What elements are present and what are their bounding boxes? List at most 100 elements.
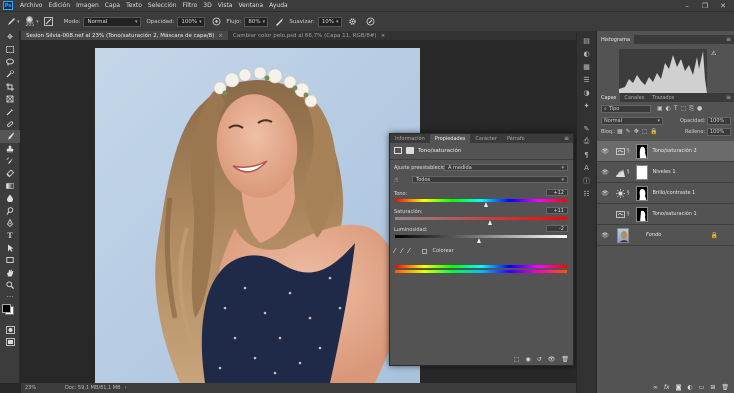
airbrush-icon[interactable] <box>274 17 284 27</box>
hue-value[interactable]: +12 <box>546 189 568 196</box>
blur-tool-icon[interactable] <box>0 192 20 204</box>
doc-tab-sesion-silvia[interactable]: Sesion Silvia-008.nef al 23% (Tono/satur… <box>21 31 229 40</box>
new-layer-icon[interactable]: ⊞ <box>710 384 715 391</box>
mask-icon[interactable] <box>406 147 414 154</box>
history-brush-tool-icon[interactable] <box>0 155 20 167</box>
menu-filtro[interactable]: Filtro <box>180 2 201 9</box>
layer-filter-icons[interactable]: ▣◐T⬚⎘● <box>657 105 705 113</box>
menu-texto[interactable]: Texto <box>123 2 145 9</box>
visibility-eye-icon[interactable]: 👁 <box>600 211 610 218</box>
history-icon[interactable]: ▤ <box>577 34 596 47</box>
chain-icon[interactable]: § <box>627 169 630 175</box>
visibility-eye-icon[interactable]: 👁 <box>600 148 610 155</box>
status-arrow[interactable]: › <box>125 385 127 391</box>
layer-name[interactable]: Fondo <box>646 232 661 238</box>
close-window-button[interactable]: ✕ <box>716 0 730 11</box>
crop-tool-icon[interactable] <box>0 81 20 93</box>
tab-histograma[interactable]: Histograma <box>597 35 635 44</box>
layer-mask-thumbnail[interactable] <box>635 185 648 201</box>
menu-capa[interactable]: Capa <box>102 2 123 9</box>
libraries-icon[interactable]: ☰ <box>577 73 596 86</box>
chain-icon[interactable]: § <box>627 148 630 154</box>
visibility-eye-icon[interactable]: 👁 <box>600 169 610 176</box>
chain-icon[interactable]: § <box>627 211 630 217</box>
foreground-color-swatch[interactable] <box>2 303 11 313</box>
chain-icon[interactable]: § <box>627 190 630 196</box>
close-tab-icon[interactable]: × <box>218 33 223 39</box>
trash-icon[interactable]: 🗑 <box>561 356 569 363</box>
hue-slider-thumb[interactable] <box>484 202 489 207</box>
layer-row[interactable]: 👁 § Tono/saturación 2 <box>597 141 734 162</box>
character-icon[interactable]: A <box>577 161 596 174</box>
targeted-adjust-icon[interactable]: ☝ <box>394 176 398 184</box>
clone-source-icon[interactable]: ⎙ <box>577 135 596 148</box>
minimize-button[interactable]: – <box>680 0 694 11</box>
brushes-icon[interactable]: ✎ <box>577 122 596 135</box>
paragraph-icon[interactable]: ¶ <box>577 148 596 161</box>
color-swatches[interactable] <box>0 303 20 324</box>
panel-menu-icon[interactable]: ≡ <box>564 135 569 142</box>
layer-filter-select[interactable]: ⌕ Tipo <box>601 105 651 113</box>
screen-mode-icon[interactable] <box>0 336 20 348</box>
layer-name[interactable]: Tono/saturación 2 <box>653 148 697 154</box>
brush-size-picker[interactable]: 205 <box>26 15 34 28</box>
photo-thumbnail[interactable] <box>617 227 629 243</box>
eraser-tool-icon[interactable] <box>0 167 20 179</box>
blend-mode-select[interactable]: Normal ▾ <box>601 117 663 125</box>
layer-opacity-field[interactable]: 100% <box>707 117 731 125</box>
histogram-warning-icon[interactable]: ⚠ <box>711 50 716 57</box>
menu-ayuda[interactable]: Ayuda <box>266 2 291 9</box>
new-adjustment-icon[interactable]: ◐ <box>687 384 692 391</box>
channel-select[interactable]: Todos ▾ <box>412 176 568 183</box>
color-icon[interactable]: ◐ <box>577 47 596 60</box>
clip-to-layer-icon[interactable]: ⬚ <box>514 356 520 363</box>
reset-icon[interactable]: ↺ <box>537 356 542 363</box>
opacity-field[interactable]: 100% ▾ <box>177 16 206 27</box>
layer-mask-thumbnail[interactable] <box>635 164 648 180</box>
layer-style-icon[interactable]: fx <box>664 384 670 391</box>
swatches-icon[interactable]: ▦ <box>577 60 596 73</box>
eyedropper-icon[interactable]: ⁄ <box>394 247 395 255</box>
properties-icon[interactable]: ☷ <box>577 187 596 200</box>
link-layers-icon[interactable]: ∞ <box>653 384 658 391</box>
rectangle-tool-icon[interactable] <box>0 254 20 266</box>
tab-informacion[interactable]: Información <box>390 134 430 143</box>
delete-layer-icon[interactable]: 🗑 <box>721 384 729 391</box>
eyedropper-tool-icon[interactable] <box>0 105 20 117</box>
preset-select[interactable]: A medida ▾ <box>444 164 568 171</box>
smoothing-gear-icon[interactable] <box>348 17 358 27</box>
info-icon[interactable]: ⓘ <box>577 174 596 187</box>
menu-archivo[interactable]: Archivo <box>17 2 45 9</box>
tab-capas[interactable]: Capas <box>597 93 621 102</box>
tab-canales[interactable]: Canales <box>620 93 648 102</box>
layer-mask-thumbnail[interactable] <box>635 143 648 159</box>
layer-row[interactable]: 👁 § Tono/saturación 1 <box>597 204 734 225</box>
flow-field[interactable]: 80% ▾ <box>244 16 269 27</box>
lasso-tool-icon[interactable] <box>0 56 20 68</box>
saturation-slider-thumb[interactable] <box>487 220 492 225</box>
maximize-button[interactable]: ❐ <box>698 0 712 11</box>
tool-preset-caret[interactable]: ▾ <box>17 19 20 25</box>
marquee-tool-icon[interactable] <box>0 43 20 55</box>
menu-seleccion[interactable]: Selección <box>145 2 180 9</box>
tab-caracter[interactable]: Carácter <box>470 134 502 143</box>
brush-tool-icon[interactable] <box>5 17 15 27</box>
frame-tool-icon[interactable] <box>0 93 20 105</box>
add-mask-icon[interactable]: ◙ <box>676 384 682 391</box>
zoom-level[interactable]: 23% <box>25 385 65 391</box>
lightness-slider-thumb[interactable] <box>476 238 481 243</box>
eyedropper-plus-icon[interactable]: ⁄ <box>401 247 402 255</box>
lightness-value[interactable]: -2 <box>546 225 568 232</box>
layer-mask-thumbnail[interactable] <box>635 206 648 222</box>
layer-name[interactable]: Tono/saturación 1 <box>653 211 697 217</box>
brush-settings-icon[interactable] <box>44 17 54 27</box>
healing-tool-icon[interactable] <box>0 118 20 130</box>
more-tools-icon[interactable]: ··· <box>0 291 20 303</box>
dodge-tool-icon[interactable] <box>0 204 20 216</box>
type-tool-icon[interactable]: T <box>0 229 20 241</box>
pressure-size-icon[interactable] <box>366 17 376 27</box>
fill-field[interactable]: 100% <box>707 128 731 136</box>
close-tab-icon[interactable]: × <box>381 33 386 39</box>
smoothing-field[interactable]: 10% ▾ <box>317 16 342 27</box>
panel-menu-icon[interactable]: ≡ <box>726 94 731 101</box>
